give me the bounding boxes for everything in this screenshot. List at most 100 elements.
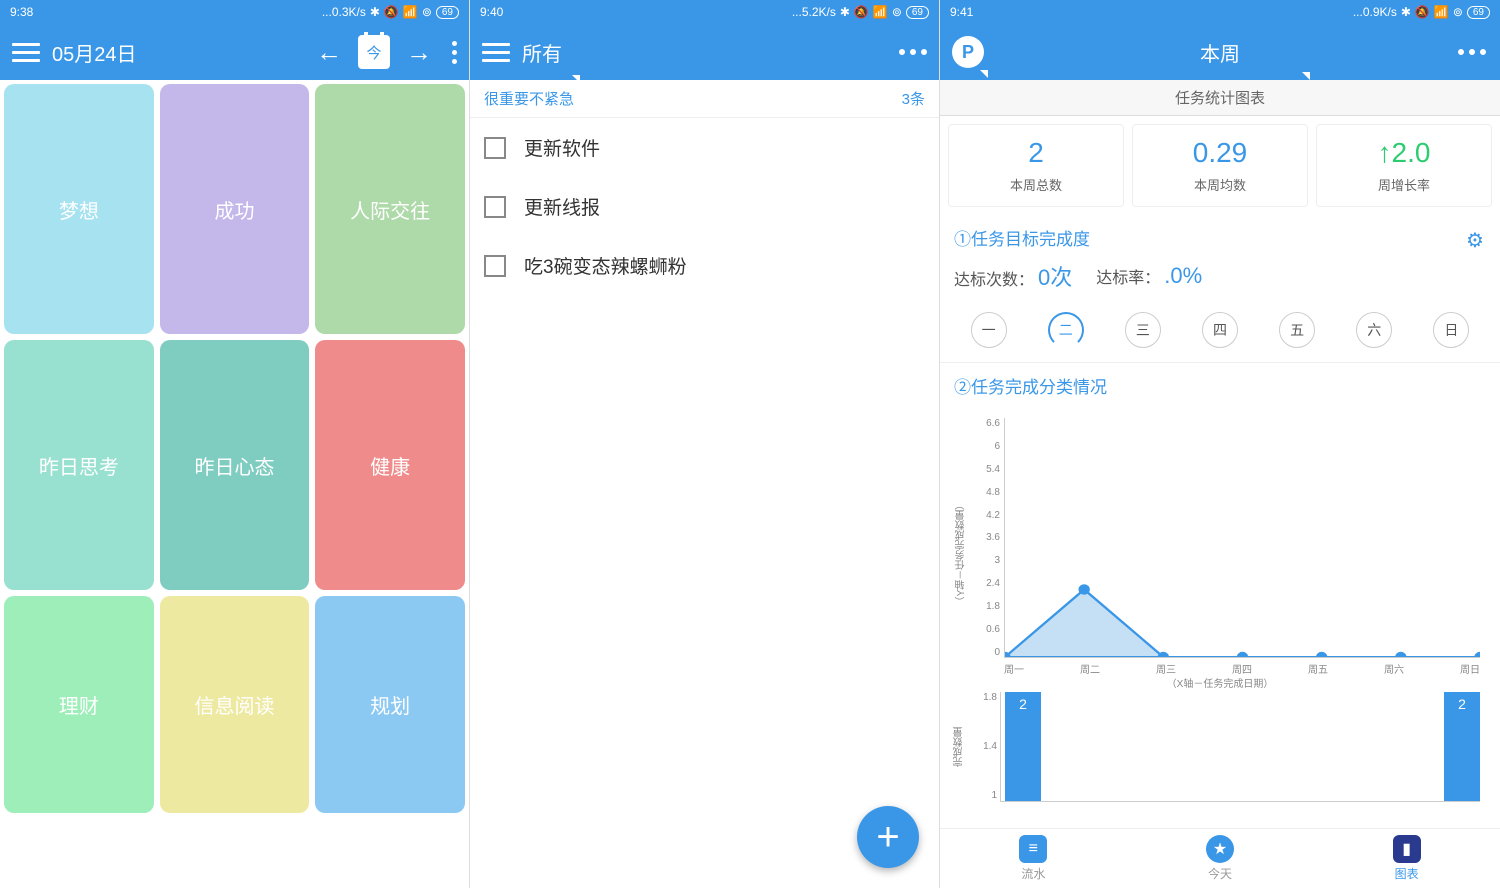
signal-icon: 📶 [873,5,888,19]
mute-icon: 🔕 [1415,5,1430,19]
task-row[interactable]: 吃3碗变态辣螺蛳粉 [470,236,939,295]
panel2-header: ②任务完成分类情况 [940,363,1500,408]
status-time: 9:38 [10,5,33,19]
next-arrow-icon[interactable]: → [400,37,438,68]
menu-icon[interactable] [12,38,40,66]
screen-categories: 9:38 ...0.3K/s ✱ 🔕 📶 ⊚ 69 05月24日 ← 今 → 梦… [0,0,470,888]
x-axis-ticks: 周一周二周三周四周五周六周日 [1004,661,1480,676]
day-button[interactable]: 五 [1279,312,1315,348]
goal-row: 达标次数：0次 达标率：.0% [940,260,1500,306]
wifi-icon: ⊚ [422,5,432,19]
top-bar: P 本周 [940,24,1500,80]
task-checkbox[interactable] [484,137,506,159]
task-label: 吃3碗变态辣螺蛳粉 [524,252,687,279]
task-checkbox[interactable] [484,255,506,277]
bottom-nav: ≡ 流水 ★ 今天 ▮ 图表 [940,828,1500,888]
status-indicators: ...0.3K/s ✱ 🔕 📶 ⊚ 69 [322,5,459,19]
add-task-fab[interactable]: + [857,806,919,868]
category-grid: 梦想 成功 人际交往 昨日思考 昨日心态 健康 理财 信息阅读 规划 [0,80,469,817]
tile-finance[interactable]: 理财 [4,596,154,813]
battery-icon: 69 [436,6,459,19]
task-label: 更新线报 [524,193,600,220]
tile-planning[interactable]: 规划 [315,596,465,813]
status-time: 9:40 [480,5,503,19]
screen-stats: 9:41 ...0.9K/s ✱ 🔕 📶 ⊚ 69 P 本周 任务统计图表 2 … [940,0,1500,888]
status-indicators: ...5.2K/s ✱ 🔕 📶 ⊚ 69 [792,5,929,19]
y-axis-ticks: 6.665.44.84.23.632.41.80.60 [976,418,1000,658]
stats-row: 2 本周总数 0.29 本周均数 2.0 周增长率 [940,116,1500,215]
nav-today[interactable]: ★ 今天 [1127,829,1314,888]
tile-success[interactable]: 成功 [160,84,310,334]
overflow-menu-icon[interactable] [899,49,927,55]
line-chart: （Y轴－任务完成数量） 6.665.44.84.23.632.41.80.60 … [950,418,1490,688]
screen-tasks: 9:40 ...5.2K/s ✱ 🔕 📶 ⊚ 69 所有 很重要不紧急 3条 更… [470,0,940,888]
chart-bar: 2 [1444,692,1480,801]
day-selector: 一 二 三 四 五 六 日 [940,306,1500,363]
app-logo-icon[interactable]: P [952,36,984,68]
task-row[interactable]: 更新线报 [470,177,939,236]
x-axis-label: （X轴－任务完成日期） [950,675,1490,690]
mute-icon: 🔕 [384,5,399,19]
chart-bar: 2 [1005,692,1041,801]
section-header[interactable]: 很重要不紧急 3条 [470,80,939,118]
subtitle: 任务统计图表 [940,80,1500,116]
battery-icon: 69 [1467,6,1490,19]
gear-icon[interactable]: ⚙ [1466,228,1486,248]
wifi-icon: ⊚ [1453,5,1463,19]
day-button[interactable]: 三 [1125,312,1161,348]
nav-chart[interactable]: ▮ 图表 [1313,829,1500,888]
today-button[interactable]: 今 [358,35,390,69]
overflow-menu-icon[interactable] [452,41,457,64]
bluetooth-icon: ✱ [370,5,380,19]
task-row[interactable]: 更新软件 [470,118,939,177]
chart-plot [1004,418,1480,658]
stat-total: 2 本周总数 [948,124,1124,207]
wifi-icon: ⊚ [892,5,902,19]
header-date: 05月24日 [52,38,310,67]
section-count: 3条 [902,88,925,109]
day-button[interactable]: 一 [971,312,1007,348]
status-indicators: ...0.9K/s ✱ 🔕 📶 ⊚ 69 [1353,5,1490,19]
stat-growth: 2.0 周增长率 [1316,124,1492,207]
tile-health[interactable]: 健康 [315,340,465,590]
dropdown-indicator-icon [980,70,988,78]
tile-dream[interactable]: 梦想 [4,84,154,334]
day-button[interactable]: 六 [1356,312,1392,348]
bluetooth-icon: ✱ [840,5,850,19]
tile-thinking[interactable]: 昨日思考 [4,340,154,590]
day-button[interactable]: 二 [1048,312,1084,348]
dropdown-indicator-icon [1302,72,1310,80]
bluetooth-icon: ✱ [1401,5,1411,19]
panel1-header: ①任务目标完成度 ⚙ [940,215,1500,260]
day-button[interactable]: 日 [1433,312,1469,348]
bar-chart: 1.81.41 2 2 [1000,692,1480,802]
y-axis-label: （Y轴－任务完成数量） [954,500,969,607]
battery-icon: 69 [906,6,929,19]
header-title[interactable]: 本周 [1200,38,1240,67]
menu-icon[interactable] [482,38,510,66]
y-axis-ticks-2: 1.81.41 [969,692,997,801]
chart-area-fill [1005,589,1480,657]
task-checkbox[interactable] [484,196,506,218]
tile-relationship[interactable]: 人际交往 [315,84,465,334]
nav-flow[interactable]: ≡ 流水 [940,829,1127,888]
star-icon: ★ [1206,835,1234,863]
section-label: 很重要不紧急 [484,88,574,109]
mute-icon: 🔕 [854,5,869,19]
stat-average: 0.29 本周均数 [1132,124,1308,207]
tile-reading[interactable]: 信息阅读 [160,596,310,813]
overflow-menu-icon[interactable] [1458,49,1486,55]
status-bar: 9:41 ...0.9K/s ✱ 🔕 📶 ⊚ 69 [940,0,1500,24]
day-button[interactable]: 四 [1202,312,1238,348]
list-icon: ≡ [1019,835,1047,863]
status-bar: 9:40 ...5.2K/s ✱ 🔕 📶 ⊚ 69 [470,0,939,24]
arrow-up-icon [1378,137,1392,168]
header-title[interactable]: 所有 [522,38,899,67]
prev-arrow-icon[interactable]: ← [310,37,348,68]
tile-mood[interactable]: 昨日心态 [160,340,310,590]
top-bar: 05月24日 ← 今 → [0,24,469,80]
dropdown-indicator-icon [572,75,580,83]
status-bar: 9:38 ...0.3K/s ✱ 🔕 📶 ⊚ 69 [0,0,469,24]
task-label: 更新软件 [524,134,600,161]
status-time: 9:41 [950,5,973,19]
